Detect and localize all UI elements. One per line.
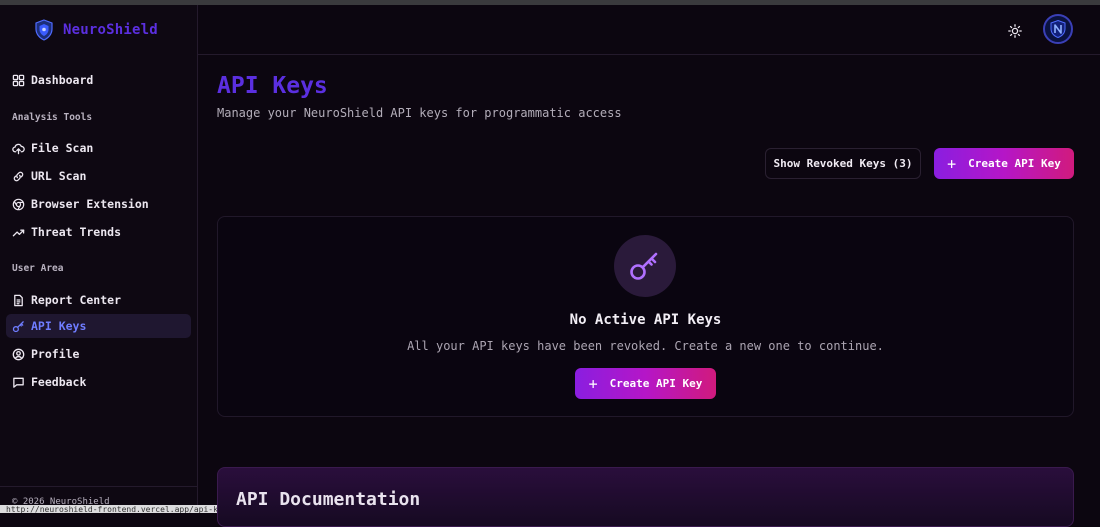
cloud-upload-icon <box>12 143 25 154</box>
file-text-icon <box>14 294 23 306</box>
button-label: Create API Key <box>968 157 1061 170</box>
avatar-logo-icon <box>1050 19 1066 39</box>
sidebar-item-label: URL Scan <box>31 169 87 183</box>
trending-up-icon <box>12 229 25 236</box>
sidebar-item-url-scan[interactable]: URL Scan <box>6 164 191 188</box>
sidebar-item-label: Profile <box>31 347 80 361</box>
sidebar-item-report-center[interactable]: Report Center <box>6 288 191 312</box>
header-divider <box>198 54 1100 55</box>
status-url: http://neuroshield-frontend.vercel.app/a… <box>0 505 230 513</box>
button-label: Create API Key <box>609 377 703 390</box>
sidebar-item-label: Report Center <box>31 293 122 307</box>
plus-icon: + <box>947 154 957 173</box>
shield-logo-icon <box>34 19 54 41</box>
sidebar-item-profile[interactable]: Profile <box>6 342 191 366</box>
user-circle-icon <box>12 348 25 360</box>
message-square-icon <box>13 377 24 388</box>
page-title: API Keys <box>217 73 328 99</box>
sidebar-footer-divider <box>0 486 197 487</box>
brand[interactable]: NeuroShield <box>34 19 158 41</box>
empty-state-icon-circle <box>614 235 676 297</box>
grid-icon <box>12 74 25 86</box>
sidebar-item-label: Dashboard <box>31 73 94 87</box>
sidebar-item-label: API Keys <box>31 319 87 333</box>
theme-toggle-button[interactable] <box>1005 21 1025 41</box>
create-api-key-button[interactable]: + Create API Key <box>934 148 1074 179</box>
sidebar-item-threat-trends[interactable]: Threat Trends <box>6 220 191 244</box>
sidebar-item-label: Threat Trends <box>31 225 122 239</box>
brand-name: NeuroShield <box>63 22 158 38</box>
key-icon <box>630 252 658 280</box>
sidebar-item-api-keys[interactable]: API Keys <box>6 314 191 338</box>
sidebar-item-label: Feedback <box>31 375 87 389</box>
chrome-icon <box>12 198 25 210</box>
key-icon <box>12 320 24 332</box>
user-avatar[interactable] <box>1043 14 1073 44</box>
show-revoked-keys-button[interactable]: Show Revoked Keys (3) <box>765 148 921 179</box>
sidebar-item-dashboard[interactable]: Dashboard <box>6 68 191 92</box>
sidebar-item-label: Browser Extension <box>31 197 149 211</box>
plus-icon: + <box>588 374 598 393</box>
sidebar-item-label: File Scan <box>31 141 94 155</box>
sidebar-item-browser-extension[interactable]: Browser Extension <box>6 192 191 216</box>
sidebar: NeuroShield Dashboard Analysis Tools Fil… <box>0 5 198 513</box>
sidebar-item-file-scan[interactable]: File Scan <box>6 136 191 160</box>
sidebar-item-feedback[interactable]: Feedback <box>6 370 191 394</box>
empty-state-create-button[interactable]: + Create API Key <box>575 368 716 399</box>
sun-icon <box>1008 24 1022 38</box>
api-documentation-title: API Documentation <box>236 489 421 510</box>
section-label-analysis: Analysis Tools <box>12 112 93 123</box>
section-label-user-area: User Area <box>12 263 64 274</box>
empty-state-title: No Active API Keys <box>569 312 722 328</box>
link-icon <box>13 171 24 181</box>
empty-state-description: All your API keys have been revoked. Cre… <box>407 339 884 353</box>
page-subtitle: Manage your NeuroShield API keys for pro… <box>217 106 622 120</box>
